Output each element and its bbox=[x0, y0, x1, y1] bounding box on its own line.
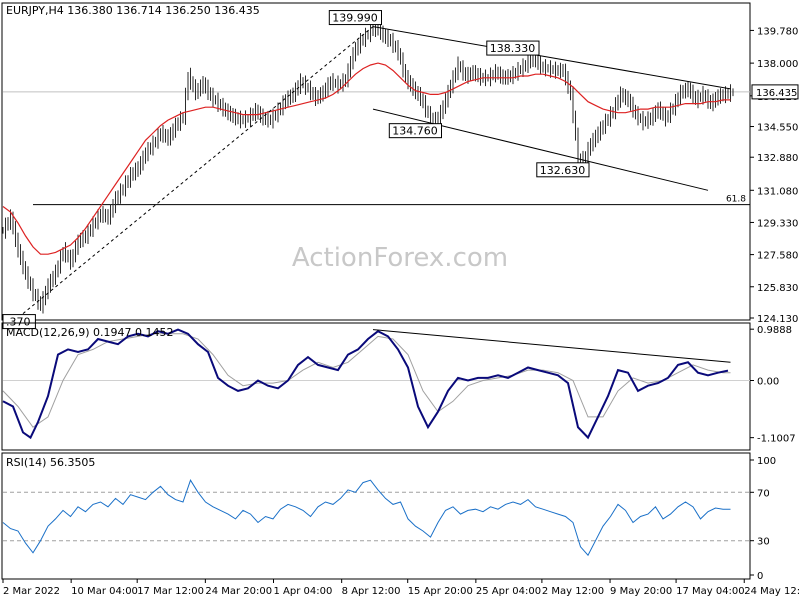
x-axis-tick-label: 8 Apr 12:00 bbox=[342, 586, 401, 597]
rsi-panel-title: RSI(14) 56.3505 bbox=[6, 456, 95, 469]
x-axis-tick-label: 10 Mar 04:00 bbox=[71, 586, 138, 597]
price-axis-tick-label: 129.330 bbox=[757, 218, 798, 229]
rsi-axis-tick-label: 30 bbox=[757, 537, 770, 548]
x-axis-tick-label: 24 May 12:00 bbox=[744, 586, 800, 597]
price-axis-tick-label: 131.080 bbox=[757, 186, 798, 197]
price-axis-tick-label: 127.580 bbox=[757, 251, 798, 262]
x-axis-tick-label: 17 Mar 12:00 bbox=[137, 586, 204, 597]
price-label: 138.330 bbox=[490, 42, 536, 55]
macd-axis-tick-label: -1.1007 bbox=[757, 434, 796, 445]
chart-canvas[interactable]: ActionForex.com 61.8 139.990 138.330 134.7… bbox=[0, 0, 800, 600]
x-axis-tick-label: 17 May 04:00 bbox=[676, 586, 745, 597]
price-label: 134.760 bbox=[392, 125, 438, 138]
watermark: ActionForex.com bbox=[292, 243, 508, 273]
macd-axis-tick-label: 0.9888 bbox=[757, 325, 792, 336]
price-label: 132.630 bbox=[540, 164, 586, 177]
price-axis-tick-label: 138.000 bbox=[757, 59, 798, 70]
x-axis-tick-label: 9 May 20:00 bbox=[610, 586, 672, 597]
current-price-text: 136.435 bbox=[756, 88, 797, 99]
fib-label: 61.8 bbox=[726, 195, 746, 205]
rsi-axis-tick-label: 0 bbox=[757, 571, 763, 582]
macd-axis-tick-label: 0.00 bbox=[757, 377, 779, 388]
x-axis-tick-label: 24 Mar 20:00 bbox=[205, 586, 272, 597]
x-axis-tick-label: 2 May 12:00 bbox=[542, 586, 604, 597]
rsi-axis-tick-label: 100 bbox=[757, 456, 776, 467]
price-axis-tick-label: 124.130 bbox=[757, 314, 798, 325]
price-label: 139.990 bbox=[332, 12, 378, 25]
macd-panel-title: MACD(12,26,9) 0.1947 0.1452 bbox=[6, 326, 174, 339]
x-axis-tick-label: 1 Apr 04:00 bbox=[274, 586, 333, 597]
x-axis-tick-label: 2 Mar 2022 bbox=[3, 586, 60, 597]
price-panel-title: EURJPY,H4 136.380 136.714 136.250 136.43… bbox=[6, 4, 260, 17]
x-axis-tick-label: 15 Apr 20:00 bbox=[408, 586, 473, 597]
rsi-axis-tick-label: 70 bbox=[757, 488, 770, 499]
price-axis-tick-label: 125.830 bbox=[757, 283, 798, 294]
x-axis-tick-label: 25 Apr 04:00 bbox=[476, 586, 541, 597]
price-axis-tick-label: 132.880 bbox=[757, 153, 798, 164]
price-axis-tick-label: 139.780 bbox=[757, 26, 798, 37]
price-axis-tick-label: 134.550 bbox=[757, 123, 798, 134]
